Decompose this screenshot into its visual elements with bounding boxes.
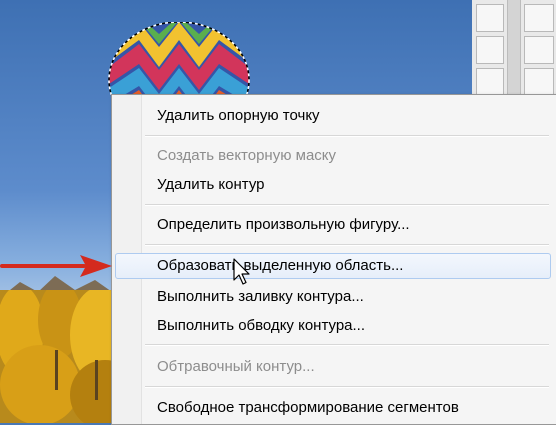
menu-item-free-transform-segments[interactable]: Свободное трансформирование сегментов <box>115 395 551 421</box>
menu-separator <box>145 204 549 206</box>
menu-item-delete-anchor-point[interactable]: Удалить опорную точку <box>115 103 551 129</box>
mouse-pointer-icon <box>233 258 250 285</box>
context-menu: Удалить опорную точку Создать векторную … <box>111 94 556 425</box>
menu-item-clipping-path: Обтравочный контур... <box>157 358 315 375</box>
menu-separator <box>145 386 549 388</box>
menu-item-delete-path[interactable]: Удалить контур <box>115 172 551 198</box>
red-arrow-icon <box>0 255 112 277</box>
menu-item-fill-path[interactable]: Выполнить заливку контура... <box>115 284 551 310</box>
menu-separator <box>145 344 549 346</box>
menu-item-make-selection[interactable]: Образовать выделенную область... <box>115 253 551 279</box>
menu-separator <box>145 244 549 246</box>
menu-item-define-custom-shape[interactable]: Определить произвольную фигуру... <box>115 212 551 238</box>
menu-item-create-vector-mask: Создать векторную маску <box>157 147 337 164</box>
menu-item-stroke-path[interactable]: Выполнить обводку контура... <box>115 313 551 339</box>
menu-separator <box>145 135 549 137</box>
